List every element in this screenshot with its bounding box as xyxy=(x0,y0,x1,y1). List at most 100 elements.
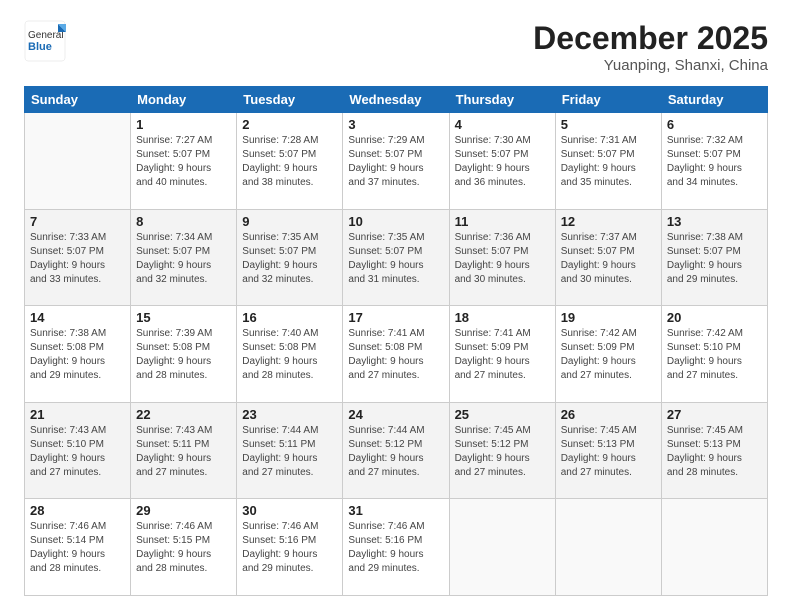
week-row-2: 7Sunrise: 7:33 AM Sunset: 5:07 PM Daylig… xyxy=(25,209,768,306)
calendar-cell: 14 Sunrise: 7:38 AM Sunset: 5:08 PM Dayli… xyxy=(25,306,131,403)
day-number: 4 xyxy=(455,117,550,132)
calendar-cell: 31 Sunrise: 7:46 AM Sunset: 5:16 PM Dayli… xyxy=(343,499,449,596)
calendar-cell: 3Sunrise: 7:29 AM Sunset: 5:07 PM Daylig… xyxy=(343,113,449,210)
day-number: 6 xyxy=(667,117,762,132)
weekday-monday: Monday xyxy=(131,87,237,113)
calendar-cell: 24 Sunrise: 7:44 AM Sunset: 5:12 PM Dayli… xyxy=(343,402,449,499)
day-info: Sunrise: 7:29 AM Sunset: 5:07 PM Dayligh… xyxy=(348,134,443,190)
day-info: Sunrise: 7:43 AM Sunset: 5:10 PM Dayligh… xyxy=(30,424,125,480)
calendar-cell: 11 Sunrise: 7:36 AM Sunset: 5:07 PM Dayli… xyxy=(449,209,555,306)
week-row-1: 1 Sunrise: 7:27 AM Sunset: 5:07 PM Daylig… xyxy=(25,113,768,210)
day-number: 31 xyxy=(348,503,443,518)
day-number: 24 xyxy=(348,407,443,422)
day-info: Sunrise: 7:45 AM Sunset: 5:12 PM Dayligh… xyxy=(455,424,550,480)
calendar-table: SundayMondayTuesdayWednesdayThursdayFrid… xyxy=(24,86,768,596)
day-number: 15 xyxy=(136,310,231,325)
header: General Blue December 2025 Yuanping, Sha… xyxy=(24,20,768,74)
calendar-cell: 16 Sunrise: 7:40 AM Sunset: 5:08 PM Dayli… xyxy=(237,306,343,403)
day-info: Sunrise: 7:36 AM Sunset: 5:07 PM Dayligh… xyxy=(455,231,550,287)
day-number: 1 xyxy=(136,117,231,132)
calendar-cell: 17Sunrise: 7:41 AM Sunset: 5:08 PM Dayli… xyxy=(343,306,449,403)
calendar-cell: 15 Sunrise: 7:39 AM Sunset: 5:08 PM Dayli… xyxy=(131,306,237,403)
day-info: Sunrise: 7:42 AM Sunset: 5:09 PM Dayligh… xyxy=(561,327,656,383)
weekday-header-row: SundayMondayTuesdayWednesdayThursdayFrid… xyxy=(25,87,768,113)
calendar-cell: 6 Sunrise: 7:32 AM Sunset: 5:07 PM Daylig… xyxy=(661,113,767,210)
day-number: 10 xyxy=(348,214,443,229)
calendar-cell: 12 Sunrise: 7:37 AM Sunset: 5:07 PM Dayli… xyxy=(555,209,661,306)
day-number: 29 xyxy=(136,503,231,518)
day-info: Sunrise: 7:45 AM Sunset: 5:13 PM Dayligh… xyxy=(667,424,762,480)
logo: General Blue xyxy=(24,20,66,62)
day-number: 2 xyxy=(242,117,337,132)
calendar-cell: 28 Sunrise: 7:46 AM Sunset: 5:14 PM Dayli… xyxy=(25,499,131,596)
calendar-cell: 27Sunrise: 7:45 AM Sunset: 5:13 PM Dayli… xyxy=(661,402,767,499)
day-info: Sunrise: 7:42 AM Sunset: 5:10 PM Dayligh… xyxy=(667,327,762,383)
calendar-cell xyxy=(25,113,131,210)
day-number: 9 xyxy=(242,214,337,229)
day-number: 30 xyxy=(242,503,337,518)
day-number: 28 xyxy=(30,503,125,518)
day-number: 18 xyxy=(455,310,550,325)
day-info: Sunrise: 7:38 AM Sunset: 5:08 PM Dayligh… xyxy=(30,327,125,383)
day-number: 23 xyxy=(242,407,337,422)
day-info: Sunrise: 7:28 AM Sunset: 5:07 PM Dayligh… xyxy=(242,134,337,190)
day-number: 17 xyxy=(348,310,443,325)
day-info: Sunrise: 7:38 AM Sunset: 5:07 PM Dayligh… xyxy=(667,231,762,287)
calendar-cell: 20 Sunrise: 7:42 AM Sunset: 5:10 PM Dayli… xyxy=(661,306,767,403)
day-info: Sunrise: 7:46 AM Sunset: 5:16 PM Dayligh… xyxy=(348,520,443,576)
day-info: Sunrise: 7:46 AM Sunset: 5:15 PM Dayligh… xyxy=(136,520,231,576)
calendar-cell: 30 Sunrise: 7:46 AM Sunset: 5:16 PM Dayli… xyxy=(237,499,343,596)
day-number: 16 xyxy=(242,310,337,325)
location-subtitle: Yuanping, Shanxi, China xyxy=(533,57,768,74)
day-info: Sunrise: 7:37 AM Sunset: 5:07 PM Dayligh… xyxy=(561,231,656,287)
day-number: 11 xyxy=(455,214,550,229)
calendar-cell: 23 Sunrise: 7:44 AM Sunset: 5:11 PM Dayli… xyxy=(237,402,343,499)
day-info: Sunrise: 7:35 AM Sunset: 5:07 PM Dayligh… xyxy=(348,231,443,287)
day-number: 14 xyxy=(30,310,125,325)
calendar-cell: 26Sunrise: 7:45 AM Sunset: 5:13 PM Dayli… xyxy=(555,402,661,499)
weekday-thursday: Thursday xyxy=(449,87,555,113)
calendar-cell: 25 Sunrise: 7:45 AM Sunset: 5:12 PM Dayli… xyxy=(449,402,555,499)
week-row-4: 21 Sunrise: 7:43 AM Sunset: 5:10 PM Dayli… xyxy=(25,402,768,499)
calendar-cell: 2 Sunrise: 7:28 AM Sunset: 5:07 PM Daylig… xyxy=(237,113,343,210)
day-number: 20 xyxy=(667,310,762,325)
weekday-saturday: Saturday xyxy=(661,87,767,113)
calendar-cell: 22Sunrise: 7:43 AM Sunset: 5:11 PM Dayli… xyxy=(131,402,237,499)
day-info: Sunrise: 7:27 AM Sunset: 5:07 PM Dayligh… xyxy=(136,134,231,190)
day-info: Sunrise: 7:46 AM Sunset: 5:16 PM Dayligh… xyxy=(242,520,337,576)
weekday-tuesday: Tuesday xyxy=(237,87,343,113)
day-info: Sunrise: 7:30 AM Sunset: 5:07 PM Dayligh… xyxy=(455,134,550,190)
calendar-page: General Blue December 2025 Yuanping, Sha… xyxy=(0,0,792,612)
day-number: 21 xyxy=(30,407,125,422)
calendar-cell: 7Sunrise: 7:33 AM Sunset: 5:07 PM Daylig… xyxy=(25,209,131,306)
weekday-wednesday: Wednesday xyxy=(343,87,449,113)
day-info: Sunrise: 7:43 AM Sunset: 5:11 PM Dayligh… xyxy=(136,424,231,480)
day-number: 5 xyxy=(561,117,656,132)
day-info: Sunrise: 7:33 AM Sunset: 5:07 PM Dayligh… xyxy=(30,231,125,287)
day-info: Sunrise: 7:44 AM Sunset: 5:12 PM Dayligh… xyxy=(348,424,443,480)
day-info: Sunrise: 7:39 AM Sunset: 5:08 PM Dayligh… xyxy=(136,327,231,383)
day-number: 25 xyxy=(455,407,550,422)
day-number: 12 xyxy=(561,214,656,229)
day-info: Sunrise: 7:31 AM Sunset: 5:07 PM Dayligh… xyxy=(561,134,656,190)
calendar-cell: 18 Sunrise: 7:41 AM Sunset: 5:09 PM Dayli… xyxy=(449,306,555,403)
day-number: 8 xyxy=(136,214,231,229)
day-info: Sunrise: 7:44 AM Sunset: 5:11 PM Dayligh… xyxy=(242,424,337,480)
day-info: Sunrise: 7:45 AM Sunset: 5:13 PM Dayligh… xyxy=(561,424,656,480)
calendar-cell xyxy=(555,499,661,596)
calendar-cell: 8Sunrise: 7:34 AM Sunset: 5:07 PM Daylig… xyxy=(131,209,237,306)
day-info: Sunrise: 7:40 AM Sunset: 5:08 PM Dayligh… xyxy=(242,327,337,383)
week-row-3: 14 Sunrise: 7:38 AM Sunset: 5:08 PM Dayli… xyxy=(25,306,768,403)
calendar-cell: 10 Sunrise: 7:35 AM Sunset: 5:07 PM Dayli… xyxy=(343,209,449,306)
day-info: Sunrise: 7:35 AM Sunset: 5:07 PM Dayligh… xyxy=(242,231,337,287)
calendar-cell: 13Sunrise: 7:38 AM Sunset: 5:07 PM Dayli… xyxy=(661,209,767,306)
day-info: Sunrise: 7:32 AM Sunset: 5:07 PM Dayligh… xyxy=(667,134,762,190)
day-info: Sunrise: 7:46 AM Sunset: 5:14 PM Dayligh… xyxy=(30,520,125,576)
calendar-cell: 5 Sunrise: 7:31 AM Sunset: 5:07 PM Daylig… xyxy=(555,113,661,210)
calendar-cell: 29 Sunrise: 7:46 AM Sunset: 5:15 PM Dayli… xyxy=(131,499,237,596)
calendar-cell: 9 Sunrise: 7:35 AM Sunset: 5:07 PM Daylig… xyxy=(237,209,343,306)
day-info: Sunrise: 7:41 AM Sunset: 5:09 PM Dayligh… xyxy=(455,327,550,383)
calendar-cell: 1 Sunrise: 7:27 AM Sunset: 5:07 PM Daylig… xyxy=(131,113,237,210)
month-title: December 2025 xyxy=(533,20,768,57)
weekday-friday: Friday xyxy=(555,87,661,113)
